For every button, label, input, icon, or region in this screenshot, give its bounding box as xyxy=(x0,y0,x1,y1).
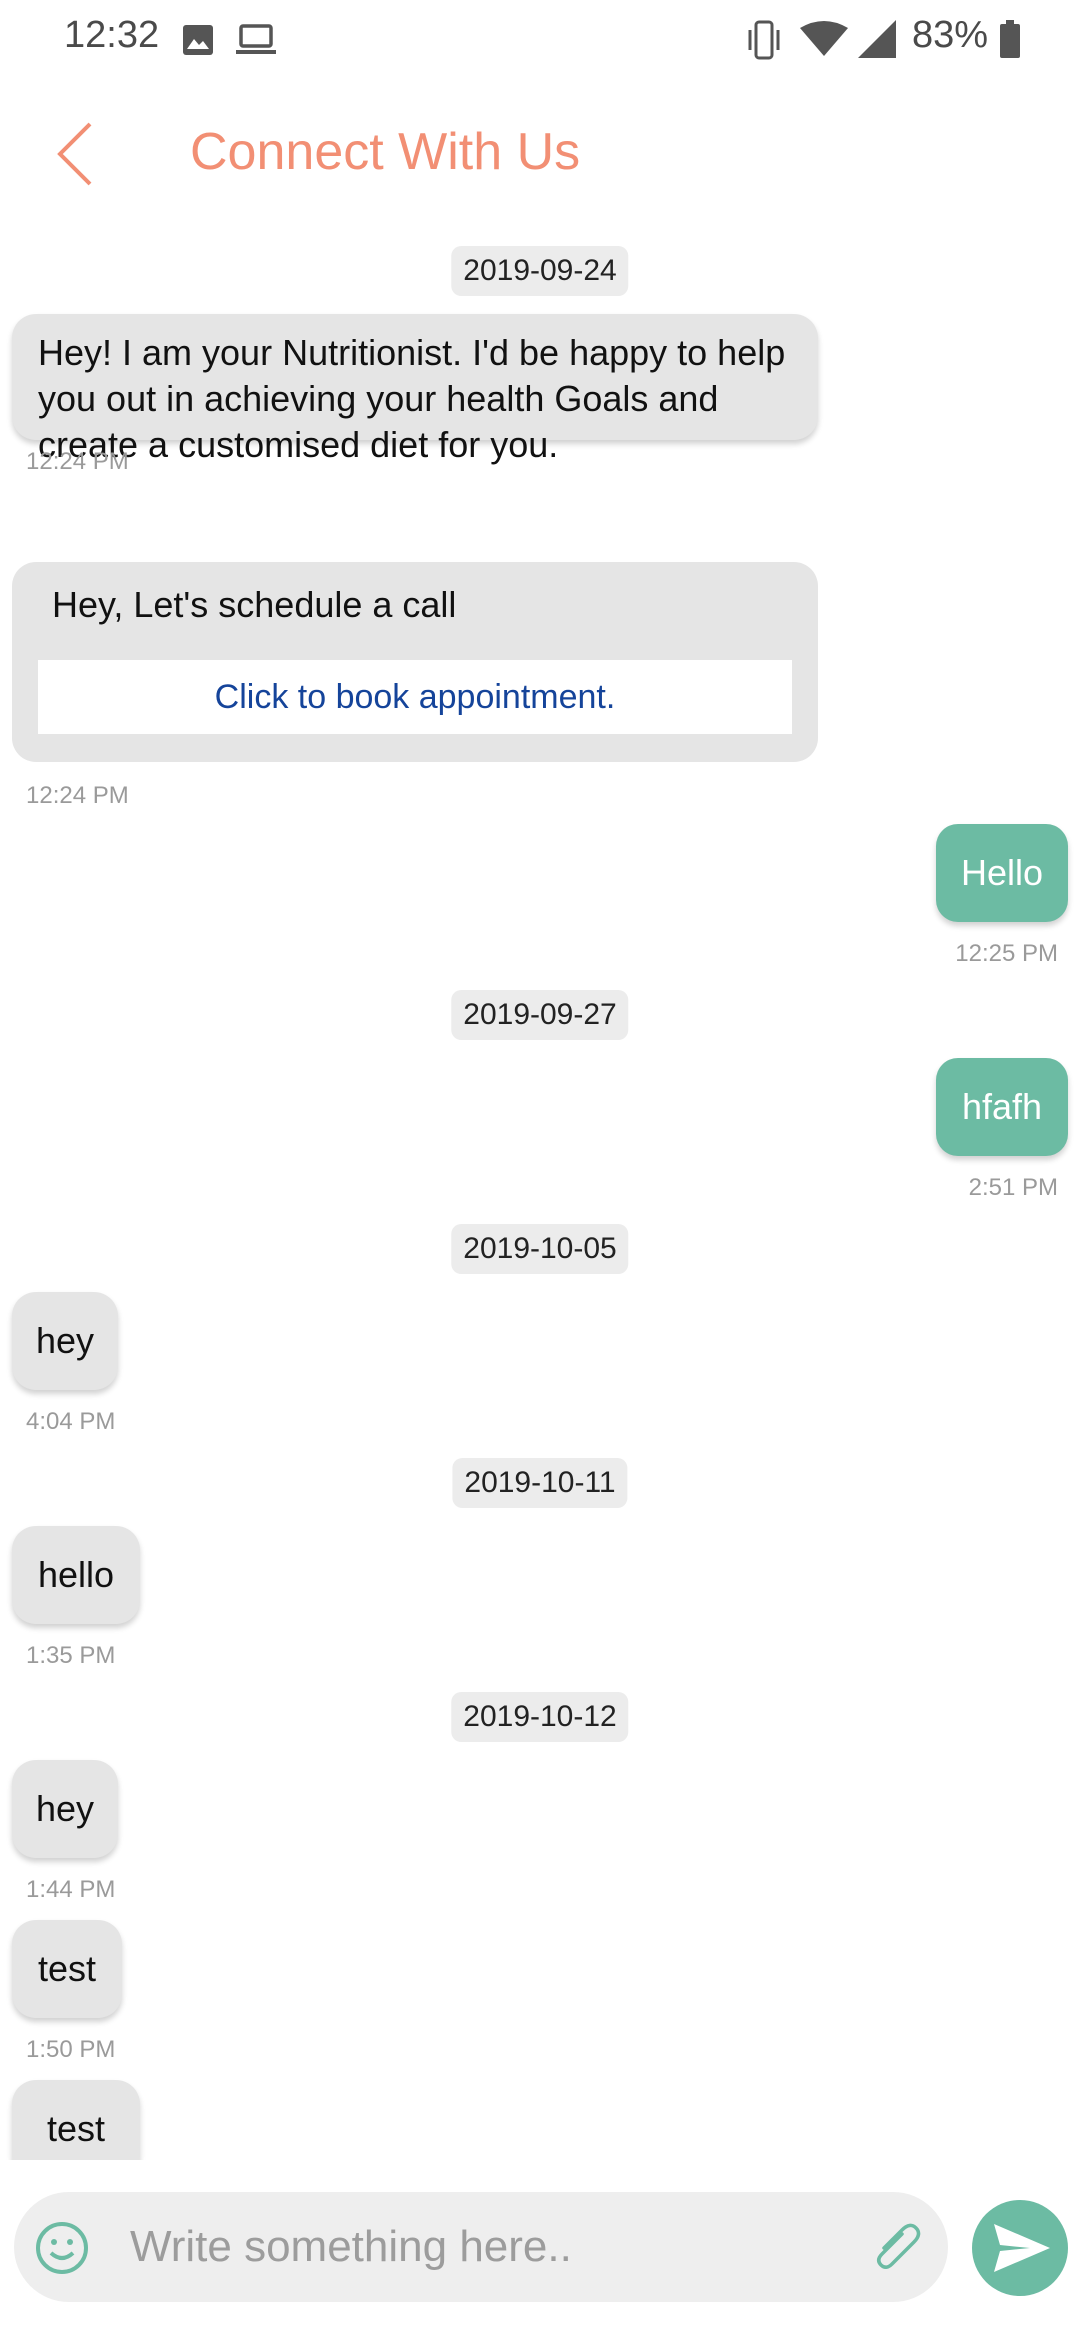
send-button[interactable] xyxy=(972,2200,1068,2296)
wifi-icon xyxy=(800,20,848,63)
message-text: hey xyxy=(35,1320,95,1361)
message-text: test xyxy=(46,2108,106,2149)
message-timestamp: 12:24 PM xyxy=(26,782,129,809)
back-button[interactable] xyxy=(48,118,104,190)
battery-icon xyxy=(1000,20,1020,63)
message-timestamp: 2:51 PM xyxy=(968,1174,1058,1201)
chevron-left-icon xyxy=(57,122,92,186)
status-time: 12:32 xyxy=(64,14,160,56)
battery-percent: 83% xyxy=(912,14,989,56)
book-appointment-link[interactable]: Click to book appointment. xyxy=(38,660,792,734)
message-text: Hello xyxy=(960,852,1044,893)
message-timestamp: 4:04 PM xyxy=(26,1408,116,1435)
message-text: Hey! I am your Nutritionist. I'd be happ… xyxy=(38,332,786,465)
message-input[interactable] xyxy=(130,2210,850,2284)
message-text: test xyxy=(37,1948,97,1989)
incoming-message: test xyxy=(12,1920,122,2018)
chat-messages[interactable]: 2019-09-24 Hey! I am your Nutritionist. … xyxy=(0,230,1080,2160)
vibrate-icon xyxy=(746,20,782,65)
laptop-icon xyxy=(236,24,276,61)
incoming-message: Hey! I am your Nutritionist. I'd be happ… xyxy=(12,314,818,465)
message-timestamp: 1:44 PM xyxy=(26,1876,116,1903)
incoming-message: test xyxy=(12,2080,140,2160)
date-separator: 2019-09-27 xyxy=(451,990,629,1040)
date-separator: 2019-10-11 xyxy=(452,1458,628,1508)
appointment-card: Hey, Let's schedule a call Click to book… xyxy=(12,562,818,762)
status-bar: 12:32 83% xyxy=(0,0,1080,80)
page-title: Connect With Us xyxy=(190,123,581,181)
outgoing-message: Hello xyxy=(936,824,1068,922)
outgoing-message: hfafh xyxy=(936,1058,1068,1156)
message-text: hello xyxy=(37,1554,115,1595)
incoming-message: hey xyxy=(12,1760,118,1858)
date-separator: 2019-09-24 xyxy=(451,246,629,296)
message-timestamp: 1:50 PM xyxy=(26,2036,116,2063)
message-text: Hey, Let's schedule a call xyxy=(52,584,457,625)
message-timestamp: 12:25 PM xyxy=(955,940,1058,967)
incoming-message: hey xyxy=(12,1292,118,1390)
image-icon xyxy=(182,24,214,61)
app-header: Connect With Us xyxy=(0,100,1080,210)
message-text: hey xyxy=(35,1788,95,1829)
signal-icon xyxy=(858,20,896,63)
paperclip-icon[interactable] xyxy=(872,2218,924,2281)
date-separator: 2019-10-12 xyxy=(451,1692,629,1742)
date-separator: 2019-10-05 xyxy=(451,1224,629,1274)
incoming-message: hello xyxy=(12,1526,140,1624)
message-timestamp: 12:24 PM xyxy=(26,448,129,475)
message-text: hfafh xyxy=(961,1086,1043,1127)
send-icon xyxy=(994,2224,1050,2272)
message-composer xyxy=(14,2192,948,2302)
message-timestamp: 1:35 PM xyxy=(26,1642,116,1669)
smiley-icon[interactable] xyxy=(34,2220,90,2281)
